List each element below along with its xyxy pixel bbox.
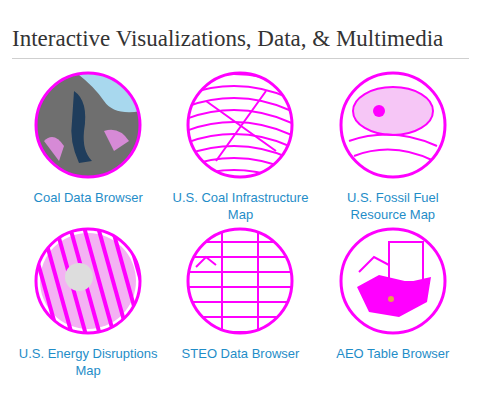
- thumbnail-icon: [34, 227, 142, 335]
- visualization-card[interactable]: Coal Data Browser: [12, 71, 164, 223]
- visualization-card[interactable]: U.S. Fossil Fuel Resource Map: [317, 71, 469, 223]
- thumbnail-icon: [339, 71, 447, 179]
- visualization-grid: Coal Data Browser U.S. Coal Infrastructur…: [12, 71, 469, 379]
- card-label[interactable]: STEO Data Browser: [182, 345, 300, 379]
- thumbnail-icon: [186, 227, 294, 335]
- thumbnail-icon: [186, 71, 294, 179]
- section-heading: Interactive Visualizations, Data, & Mult…: [12, 26, 469, 59]
- thumbnail-icon: [339, 227, 447, 335]
- card-label[interactable]: U.S. Coal Infrastructure Map: [166, 189, 314, 223]
- visualization-card[interactable]: U.S. Energy Disruptions Map: [12, 227, 164, 379]
- visualization-card[interactable]: AEO Table Browser: [317, 227, 469, 379]
- card-label[interactable]: AEO Table Browser: [336, 345, 449, 379]
- thumbnail-icon: [34, 71, 142, 179]
- card-label[interactable]: U.S. Energy Disruptions Map: [14, 345, 162, 379]
- visualization-card[interactable]: U.S. Coal Infrastructure Map: [164, 71, 316, 223]
- visualization-card[interactable]: STEO Data Browser: [164, 227, 316, 379]
- card-label[interactable]: U.S. Fossil Fuel Resource Map: [319, 189, 467, 223]
- page: Interactive Visualizations, Data, & Mult…: [0, 0, 481, 410]
- card-label[interactable]: Coal Data Browser: [34, 189, 143, 223]
